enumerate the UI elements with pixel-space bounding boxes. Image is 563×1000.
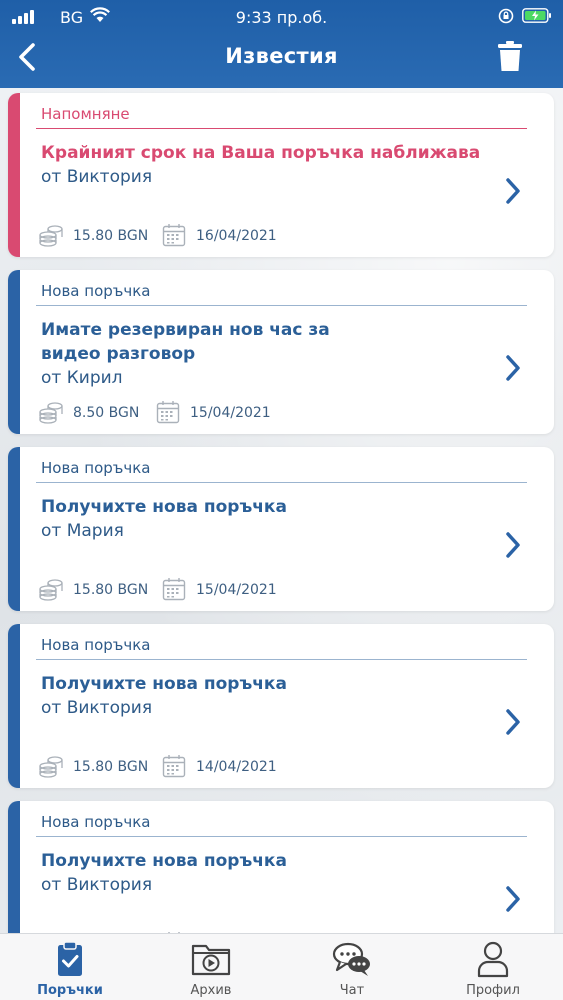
nav-bar: Известия: [0, 34, 563, 88]
order-date: 15/04/2021: [196, 582, 277, 598]
category-divider: [36, 482, 527, 483]
rotation-lock-icon: [498, 8, 514, 24]
coins-icon: [39, 579, 63, 601]
chat-bubbles-icon: [332, 942, 370, 976]
calendar-icon: [162, 755, 186, 778]
category-divider: [36, 836, 527, 837]
chevron-right-icon[interactable]: [502, 353, 524, 383]
video-folder-icon: [191, 944, 231, 976]
coins-icon: [39, 225, 63, 247]
calendar-icon: [156, 401, 180, 424]
notifications-list[interactable]: Напомняне Крайният срок на Ваша поръчка …: [0, 88, 563, 933]
notification-title: Крайният срок на Ваша поръчка наближава: [41, 143, 481, 163]
category-divider: [36, 128, 527, 129]
notification-category: Напомняне: [41, 105, 130, 123]
card-accent-bar: [8, 447, 20, 611]
order-date: 14/04/2021: [196, 759, 277, 775]
chevron-right-icon[interactable]: [502, 530, 524, 560]
notification-card[interactable]: Нова поръчка Получихте нова поръчка от В…: [8, 801, 554, 933]
coins-icon: [39, 756, 63, 778]
card-accent-bar: [8, 801, 20, 933]
trash-icon[interactable]: [497, 40, 523, 72]
notification-title: Получихте нова поръчка: [41, 851, 287, 871]
clipboard-check-icon: [58, 941, 82, 976]
notification-category: Нова поръчка: [41, 459, 151, 477]
battery-icon: [522, 8, 551, 23]
chevron-right-icon[interactable]: [502, 707, 524, 737]
status-bar: BG 9:33 пр.об.: [0, 0, 563, 34]
coins-icon: [39, 402, 63, 424]
tab-chat[interactable]: Чат: [282, 934, 422, 1000]
card-accent-bar: [8, 624, 20, 788]
tab-archive[interactable]: Архив: [141, 934, 281, 1000]
page-title: Известия: [225, 44, 338, 68]
notification-title: Имате резервиран нов час за видео разгов…: [41, 320, 330, 364]
notification-category: Нова поръчка: [41, 813, 151, 831]
notification-card[interactable]: Напомняне Крайният срок на Ваша поръчка …: [8, 93, 554, 257]
card-accent-bar: [8, 270, 20, 434]
notification-card[interactable]: Нова поръчка Получихте нова поръчка от В…: [8, 624, 554, 788]
notification-sender: от Виктория: [41, 875, 153, 895]
chevron-right-icon[interactable]: [502, 176, 524, 206]
category-divider: [36, 659, 527, 660]
notification-meta: 8.50 BGN 15/04/2021: [36, 400, 296, 424]
order-date: 16/04/2021: [196, 228, 277, 244]
app-header: BG 9:33 пр.об. Известия: [0, 0, 563, 88]
tab-label: Архив: [190, 983, 232, 998]
calendar-icon: [162, 224, 186, 247]
tab-label: Поръчки: [37, 983, 103, 998]
notification-category: Нова поръчка: [41, 282, 151, 300]
order-amount: 15.80 BGN: [73, 228, 149, 244]
card-accent-bar: [8, 93, 20, 257]
notification-meta: 15.80 BGN 14/04/2021: [36, 754, 296, 778]
tab-profile[interactable]: Профил: [423, 934, 563, 1000]
notification-sender: от Виктория: [41, 698, 153, 718]
status-time: 9:33 пр.об.: [235, 8, 328, 27]
order-date: 15/04/2021: [190, 405, 271, 421]
tab-label: Профил: [466, 983, 520, 998]
notification-title: Получихте нова поръчка: [41, 497, 287, 517]
notification-title: Получихте нова поръчка: [41, 674, 287, 694]
chevron-right-icon[interactable]: [502, 884, 524, 914]
tab-orders[interactable]: Поръчки: [0, 934, 140, 1000]
notification-card[interactable]: Нова поръчка Получихте нова поръчка от М…: [8, 447, 554, 611]
notification-meta: 15.80 BGN 15/04/2021: [36, 577, 296, 601]
tab-label: Чат: [339, 983, 365, 998]
order-amount: 15.80 BGN: [73, 759, 149, 775]
order-amount: 15.80 BGN: [73, 582, 149, 598]
order-amount: 8.50 BGN: [73, 405, 140, 421]
person-icon: [477, 941, 509, 978]
category-divider: [36, 305, 527, 306]
notification-sender: от Виктория: [41, 167, 153, 187]
notification-category: Нова поръчка: [41, 636, 151, 654]
calendar-icon: [162, 578, 186, 601]
notification-sender: от Мария: [41, 521, 124, 541]
notification-sender: от Кирил: [41, 368, 123, 388]
notification-meta: 15.80 BGN 16/04/2021: [36, 223, 296, 247]
notification-card[interactable]: Нова поръчка Имате резервиран нов час за…: [8, 270, 554, 434]
bottom-tab-bar: Поръчки Архив Чат Профил: [0, 933, 563, 1000]
